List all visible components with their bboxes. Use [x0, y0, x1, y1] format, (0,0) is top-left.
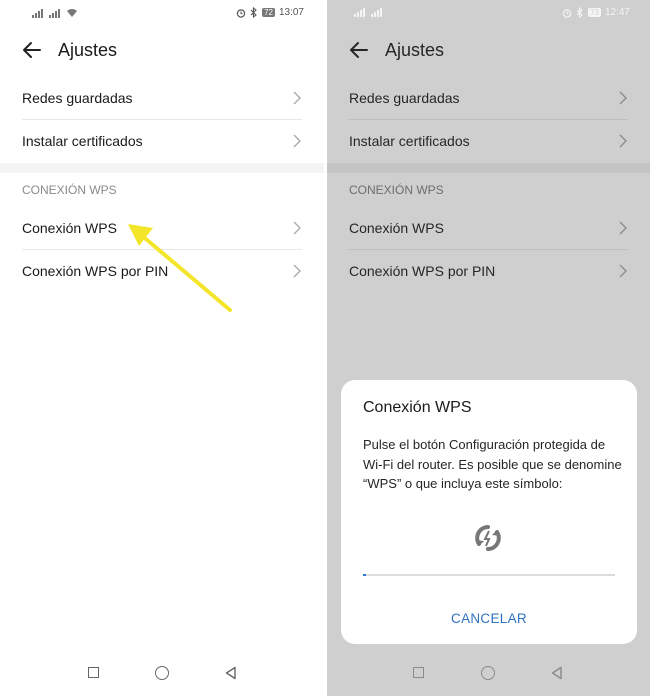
saved-networks-label: Redes guardadas — [22, 89, 133, 106]
cellular-signal-icon — [49, 9, 60, 18]
wps-connection-label: Conexión WPS — [22, 219, 117, 236]
dialog-title: Conexión WPS — [363, 399, 472, 416]
status-bar: 72 13:07 — [0, 0, 324, 26]
cellular-signal-icon — [354, 8, 365, 17]
chevron-right-icon — [619, 91, 627, 105]
progress-bar — [363, 574, 615, 576]
back-arrow-icon[interactable] — [22, 40, 42, 60]
bluetooth-icon — [250, 7, 257, 18]
right-screenshot: 73 12:47 Ajustes Redes guardadas Instala… — [327, 0, 650, 696]
back-arrow-icon[interactable] — [349, 40, 369, 60]
install-certificates-item[interactable]: Instalar certificados — [349, 119, 628, 162]
section-divider — [0, 163, 324, 173]
left-screenshot: 72 13:07 Ajustes Redes guardadas Instala… — [0, 0, 324, 696]
install-certificates-label: Instalar certificados — [22, 132, 143, 149]
chevron-right-icon — [619, 264, 627, 278]
nav-back-icon[interactable] — [550, 666, 564, 680]
status-time: 13:07 — [278, 7, 304, 18]
page-title: Ajustes — [58, 40, 118, 60]
wps-connection-item[interactable]: Conexión WPS — [349, 206, 628, 250]
wps-dialog: Conexión WPS Pulse el botón Configuració… — [341, 380, 637, 644]
progress-bar-fill — [363, 574, 366, 576]
navigation-bar — [0, 656, 324, 696]
navigation-bar — [327, 656, 650, 696]
section-divider — [327, 163, 650, 173]
section-header: CONEXIÓN WPS — [349, 183, 444, 197]
app-bar: Ajustes — [327, 26, 650, 76]
wps-connection-item[interactable]: Conexión WPS — [22, 206, 302, 250]
alarm-icon — [562, 8, 572, 18]
recent-apps-icon[interactable] — [413, 667, 424, 678]
bluetooth-icon — [576, 7, 583, 18]
saved-networks-label: Redes guardadas — [349, 89, 460, 106]
cancel-button[interactable]: CANCELAR — [341, 611, 637, 626]
chevron-right-icon — [293, 134, 301, 148]
chevron-right-icon — [293, 91, 301, 105]
wifi-icon — [67, 9, 77, 17]
install-certificates-item[interactable]: Instalar certificados — [22, 119, 302, 162]
status-time: 12:47 — [604, 7, 630, 18]
battery-indicator: 72 — [262, 8, 275, 17]
wps-pin-connection-item[interactable]: Conexión WPS por PIN — [22, 249, 302, 292]
chevron-right-icon — [293, 264, 301, 278]
signal-icons — [354, 8, 382, 17]
wps-pin-connection-label: Conexión WPS por PIN — [22, 262, 169, 279]
nav-back-icon[interactable] — [224, 666, 238, 680]
dialog-message: Pulse el botón Configuración protegida d… — [363, 437, 622, 491]
cellular-signal-icon — [32, 9, 43, 18]
battery-indicator: 73 — [588, 8, 601, 17]
wps-icon — [475, 525, 501, 551]
saved-networks-item[interactable]: Redes guardadas — [22, 76, 302, 120]
alarm-icon — [236, 8, 246, 18]
chevron-right-icon — [619, 134, 627, 148]
wps-pin-connection-label: Conexión WPS por PIN — [349, 262, 496, 279]
cellular-signal-icon — [371, 8, 382, 17]
home-icon[interactable] — [481, 666, 495, 680]
install-certificates-label: Instalar certificados — [349, 132, 470, 149]
section-header: CONEXIÓN WPS — [22, 183, 117, 197]
signal-icons — [32, 8, 78, 18]
page-title: Ajustes — [385, 40, 445, 60]
recent-apps-icon[interactable] — [88, 667, 99, 678]
home-icon[interactable] — [155, 666, 169, 680]
status-bar: 73 12:47 — [327, 0, 650, 26]
wps-pin-connection-item[interactable]: Conexión WPS por PIN — [349, 249, 628, 292]
wps-connection-label: Conexión WPS — [349, 219, 444, 236]
chevron-right-icon — [619, 221, 627, 235]
saved-networks-item[interactable]: Redes guardadas — [349, 76, 628, 120]
app-bar: Ajustes — [0, 26, 324, 76]
chevron-right-icon — [293, 221, 301, 235]
